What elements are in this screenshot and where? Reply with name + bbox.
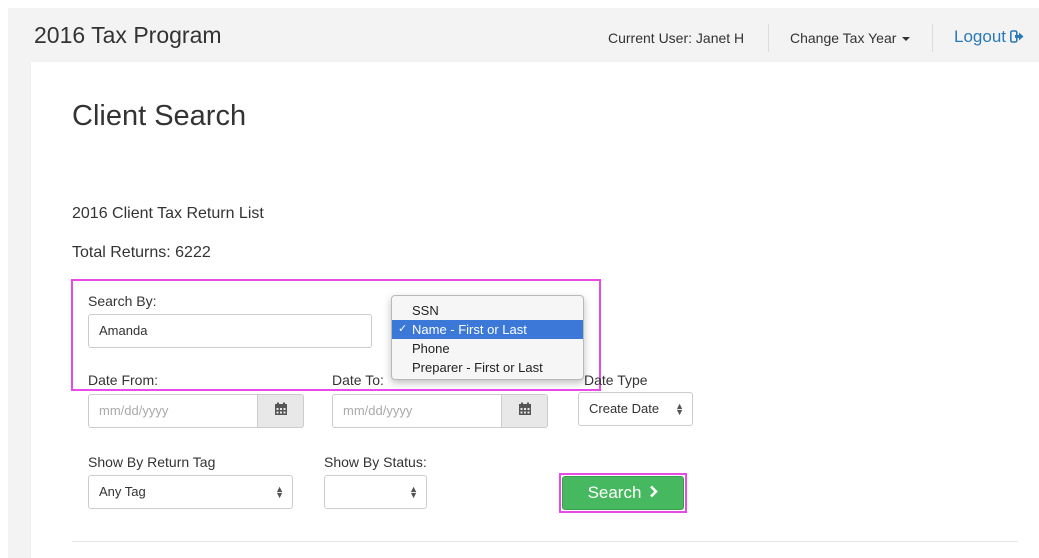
chevron-right-icon [649,483,659,503]
select-arrows-icon: ▲ ▼ [275,484,284,500]
dropdown-option-ssn[interactable]: SSN [392,301,583,320]
date-to-calendar-button[interactable] [502,394,548,428]
select-arrows-icon: ▲ ▼ [409,484,418,500]
dropdown-option-preparer[interactable]: Preparer - First or Last [392,358,583,377]
search-by-label: Search By: [88,293,157,309]
date-from-label: Date From: [88,372,159,388]
left-gutter [8,62,30,558]
option-label: SSN [412,303,439,318]
date-type-value: Create Date [589,401,660,416]
date-type-label: Date Type [584,372,648,388]
change-tax-year-dropdown[interactable]: Change Tax Year [790,30,911,46]
calendar-icon [274,402,288,421]
select-arrows-icon: ▲ ▼ [675,401,684,417]
list-title: 2016 Client Tax Return List [72,205,264,222]
date-to-label: Date To: [332,372,384,388]
return-tag-select[interactable]: Any Tag ▲ ▼ [88,475,293,509]
return-tag-label: Show By Return Tag [88,454,216,470]
dropdown-option-name[interactable]: ✓ Name - First or Last [392,320,583,339]
change-tax-year-label: Change Tax Year [790,30,897,46]
nav-divider [768,24,769,52]
date-from-input[interactable]: mm/dd/yyyy [88,394,258,428]
checkmark-icon: ✓ [398,323,408,335]
page-title: Client Search [72,100,247,132]
dropdown-option-phone[interactable]: Phone [392,339,583,358]
search-by-input[interactable]: Amanda [88,314,372,348]
option-label: Phone [412,341,450,356]
return-tag-value: Any Tag [99,484,146,499]
top-navbar: 2016 Tax Program Current User: Janet H C… [8,8,1039,62]
nav-divider [932,24,933,52]
app-brand[interactable]: 2016 Tax Program [34,22,222,49]
search-button[interactable]: Search [562,476,684,510]
status-select[interactable]: ▲ ▼ [324,475,427,509]
date-type-select[interactable]: Create Date ▲ ▼ [578,392,693,426]
search-button-label: Search [587,483,642,502]
status-label: Show By Status: [324,454,427,470]
logout-label: Logout [954,27,1006,46]
option-label: Name - First or Last [412,322,527,337]
calendar-icon [518,402,532,421]
section-divider [72,541,1018,542]
total-returns: Total Returns: 6222 [72,244,211,261]
caret-down-icon [902,37,911,42]
date-from-calendar-button[interactable] [258,394,304,428]
option-label: Preparer - First or Last [412,360,543,375]
search-by-dropdown[interactable]: SSN ✓ Name - First or Last Phone Preparer… [391,295,584,380]
logout-link[interactable]: Logout [954,27,1024,48]
date-to-input[interactable]: mm/dd/yyyy [332,394,502,428]
current-user-label: Current User: Janet H [608,30,745,46]
logout-icon [1010,28,1024,48]
